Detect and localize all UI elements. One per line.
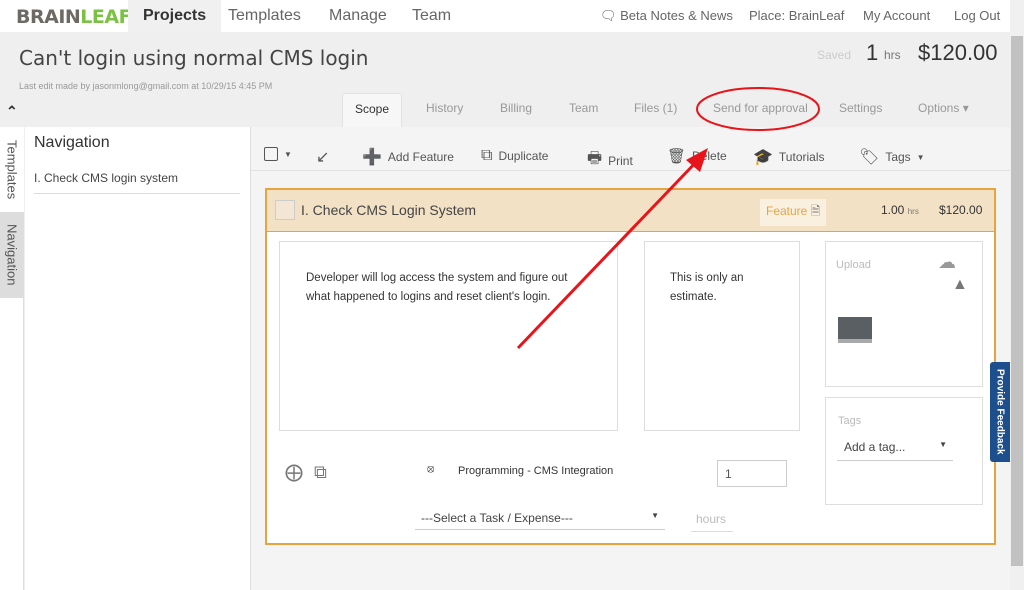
annotation-arrow — [516, 156, 702, 350]
highlight-ellipse — [696, 87, 820, 131]
annotation-overlay — [516, 87, 820, 350]
